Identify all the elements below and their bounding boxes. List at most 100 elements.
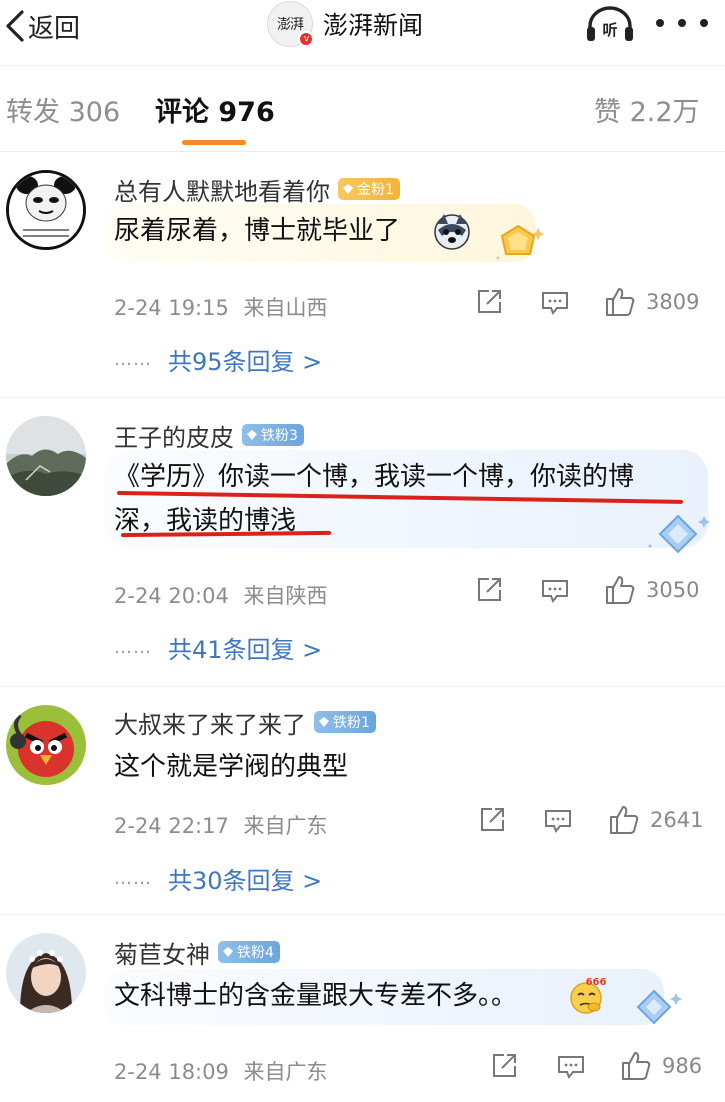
publisher-name: 澎湃新闻: [323, 11, 424, 40]
username[interactable]: 菊苣女神: [114, 935, 210, 970]
diamond-icon: [247, 430, 257, 440]
comment-item: 大叔来了来了来了 铁粉1 这个就是学阀的典型 2-24 22:17 来自广东 2…: [0, 687, 725, 914]
comment-icon: [545, 810, 571, 833]
like-button[interactable]: 986: [620, 1050, 702, 1082]
comment-location: 来自广东: [243, 1060, 328, 1084]
avatar[interactable]: [6, 933, 86, 1013]
comment-icon: [542, 292, 568, 315]
comment-time: 2-24 22:17: [114, 814, 229, 838]
fan-badge-label: 铁粉4: [237, 945, 274, 961]
publisher-logo-text: 澎湃: [277, 17, 304, 33]
interaction-tabs: 转发 306 评论 976 赞 2.2万: [0, 66, 725, 152]
listen-button[interactable]: 听: [584, 4, 636, 44]
view-replies-link[interactable]: …… 共41条回复 >: [114, 630, 322, 665]
comment-item: 总有人默默地看着你 金粉1 尿着尿着，博士就毕业了 2-24 19:15 来自山…: [0, 152, 725, 397]
comment-time: 2-24 18:09: [114, 1060, 229, 1084]
repost-button[interactable]: [478, 806, 506, 834]
dots-decoration: ……: [114, 868, 152, 889]
verified-icon: v: [298, 31, 314, 47]
repost-button[interactable]: [475, 288, 503, 316]
comment-text: 文科博士的含金量跟大专差不多。。: [114, 981, 518, 1011]
blue-gem-decoration-icon: [648, 514, 710, 554]
like-count: 3050: [646, 578, 700, 602]
diamond-icon: [319, 717, 329, 727]
reply-button[interactable]: [540, 578, 570, 604]
fan-badge: 金粉1: [338, 178, 400, 200]
back-label: 返回: [28, 13, 81, 44]
tab-likes[interactable]: 赞 2.2万: [594, 90, 700, 129]
headphones-icon: 听: [587, 6, 633, 41]
more-dot-icon: [678, 19, 686, 27]
username[interactable]: 总有人默默地看着你: [114, 172, 330, 207]
dots-decoration: ……: [114, 349, 152, 370]
avatar[interactable]: [6, 416, 86, 496]
more-dot-icon: [656, 19, 664, 27]
like-count: 2641: [650, 808, 704, 832]
share-icon: [481, 808, 504, 831]
panda-meme-avatar: [9, 173, 83, 247]
repost-button[interactable]: [475, 576, 503, 604]
top-nav-bar: 返回 澎湃 v 澎湃新闻 听: [0, 0, 725, 66]
fan-badge-label: 金粉1: [357, 182, 394, 198]
view-replies-link[interactable]: …… 共30条回复 >: [114, 861, 322, 896]
comment-time: 2-24 20:04: [114, 584, 229, 608]
thumbs-up-icon: [606, 576, 635, 604]
blue-gem-decoration-icon: [636, 989, 682, 1025]
comment-location: 来自山西: [243, 296, 328, 320]
thinking-666-emoji-icon: 666: [570, 977, 607, 1014]
reply-button[interactable]: [540, 290, 570, 316]
comment-item: 菊苣女神 铁粉4 文科博士的含金量跟大专差不多。。 666 2-24 18:09…: [0, 915, 725, 1102]
woman-portrait-avatar: [6, 933, 86, 1013]
tab-comments[interactable]: 评论 976: [155, 90, 275, 129]
avatar[interactable]: [6, 170, 86, 250]
reply-button[interactable]: [543, 808, 573, 834]
mountain-photo-avatar: [6, 416, 86, 496]
publisher-header[interactable]: 澎湃 v 澎湃新闻: [267, 1, 424, 47]
publisher-avatar: 澎湃 v: [267, 1, 314, 47]
back-button[interactable]: 返回: [4, 8, 80, 44]
username[interactable]: 王子的皮皮: [114, 418, 234, 453]
diamond-icon: [343, 184, 353, 194]
dots-decoration: ……: [114, 637, 152, 658]
angry-bird-avatar: [6, 705, 86, 785]
listen-label: 听: [602, 21, 617, 39]
thumbs-up-icon: [610, 806, 639, 834]
emoji-label: 666: [586, 977, 607, 988]
replies-count-text: 共30条回复 >: [168, 867, 323, 895]
replies-count-text: 共95条回复 >: [168, 348, 323, 376]
reply-button[interactable]: [556, 1054, 586, 1080]
fan-badge: 铁粉4: [218, 941, 280, 963]
comment-time: 2-24 19:15: [114, 296, 229, 320]
like-button[interactable]: 2641: [608, 804, 703, 836]
username[interactable]: 大叔来了来了来了: [114, 705, 306, 740]
more-dot-icon: [700, 19, 708, 27]
tab-reposts[interactable]: 转发 306: [6, 90, 120, 129]
thumbs-up-icon: [622, 1052, 651, 1080]
comment-text: 尿着尿着，博士就毕业了: [114, 216, 401, 246]
like-count: 986: [662, 1054, 703, 1078]
share-icon: [478, 290, 501, 313]
chevron-left-icon: [6, 10, 24, 42]
husky-emoji-icon: [434, 214, 470, 250]
comment-icon: [542, 580, 568, 603]
share-icon: [478, 578, 501, 601]
comment-location: 来自广东: [243, 814, 328, 838]
view-replies-link[interactable]: …… 共95条回复 >: [114, 342, 322, 377]
active-tab-indicator: [182, 140, 246, 145]
fan-badge: 铁粉1: [314, 711, 376, 733]
comment-text: 这个就是学阀的典型: [114, 752, 349, 782]
fan-badge-label: 铁粉1: [333, 715, 370, 731]
replies-count-text: 共41条回复 >: [168, 636, 323, 664]
gold-gem-decoration-icon: [496, 224, 544, 260]
repost-button[interactable]: [490, 1052, 518, 1080]
thumbs-up-icon: [606, 288, 635, 316]
more-options-button[interactable]: [656, 10, 708, 36]
like-button[interactable]: 3809: [604, 286, 699, 318]
share-icon: [493, 1054, 516, 1077]
diamond-icon: [223, 947, 233, 957]
comment-location: 来自陕西: [243, 584, 328, 608]
fan-badge: 铁粉3: [242, 424, 304, 446]
like-button[interactable]: 3050: [604, 574, 699, 606]
avatar[interactable]: [6, 705, 86, 785]
fan-badge-label: 铁粉3: [261, 428, 298, 444]
